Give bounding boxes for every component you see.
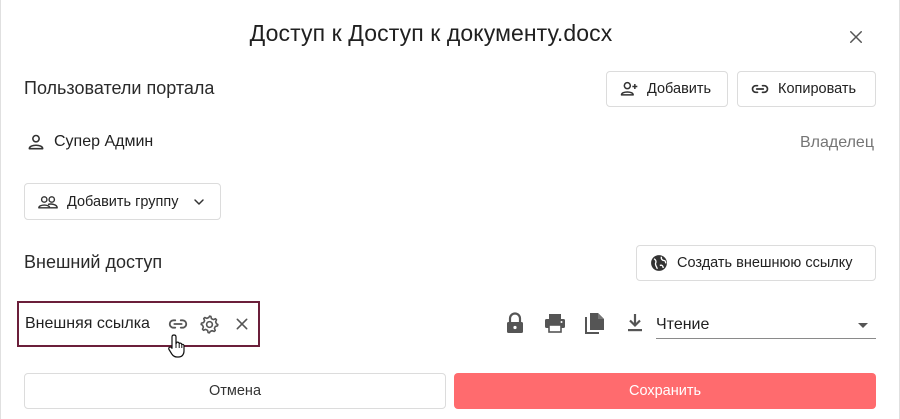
user-role: Владелец bbox=[799, 134, 874, 151]
save-button[interactable]: Сохранить bbox=[454, 373, 876, 409]
copy-button-label: Копировать bbox=[778, 81, 857, 97]
close-icon bbox=[236, 318, 248, 330]
user-row: Супер Админ bbox=[26, 132, 153, 152]
link-settings-button[interactable] bbox=[194, 308, 226, 340]
caret-down-icon bbox=[858, 322, 868, 328]
gear-icon bbox=[200, 314, 220, 334]
cancel-button[interactable]: Отмена bbox=[24, 373, 446, 409]
access-level-value: Чтение bbox=[656, 316, 710, 333]
dialog-title: Доступ к Доступ к документу.docx bbox=[249, 20, 613, 46]
access-level-select[interactable]: Чтение bbox=[656, 312, 876, 339]
copy-button[interactable]: Копировать bbox=[737, 71, 876, 107]
print-toggle[interactable] bbox=[544, 312, 566, 334]
download-toggle[interactable] bbox=[624, 312, 646, 334]
add-person-icon bbox=[620, 81, 638, 96]
globe-icon bbox=[651, 255, 667, 271]
link-icon bbox=[168, 319, 188, 329]
download-icon bbox=[628, 314, 642, 332]
external-link-label: Внешняя ссылка bbox=[25, 315, 150, 332]
close-button[interactable] bbox=[843, 24, 869, 50]
close-icon bbox=[850, 31, 862, 43]
print-icon bbox=[545, 314, 565, 333]
copy-file-icon bbox=[585, 313, 604, 334]
external-access-label: Внешний доступ bbox=[24, 252, 163, 272]
external-link-row: Внешняя ссылка bbox=[17, 301, 260, 347]
add-user-button-label: Добавить bbox=[647, 81, 712, 97]
person-icon bbox=[28, 134, 44, 150]
share-dialog: Доступ к Доступ к документу.docx Пользов… bbox=[0, 0, 900, 419]
create-external-link-label: Создать внешнюю ссылку bbox=[677, 255, 853, 271]
lock-toggle[interactable] bbox=[504, 312, 526, 334]
copy-link-button[interactable] bbox=[162, 308, 194, 340]
create-external-link-button[interactable]: Создать внешнюю ссылку bbox=[636, 245, 876, 281]
add-user-button[interactable]: Добавить bbox=[606, 71, 728, 107]
group-icon bbox=[38, 195, 58, 209]
user-name: Супер Админ bbox=[54, 133, 154, 150]
delete-link-button[interactable] bbox=[226, 308, 258, 340]
add-group-button-label: Добавить группу bbox=[67, 193, 179, 210]
portal-users-label: Пользователи портала bbox=[24, 78, 215, 98]
copy-file-toggle[interactable] bbox=[584, 312, 606, 334]
permission-icons bbox=[504, 312, 646, 334]
add-group-button[interactable]: Добавить группу bbox=[24, 183, 221, 220]
link-icon bbox=[751, 84, 769, 94]
chevron-down-icon bbox=[193, 198, 204, 205]
lock-icon bbox=[507, 312, 523, 333]
